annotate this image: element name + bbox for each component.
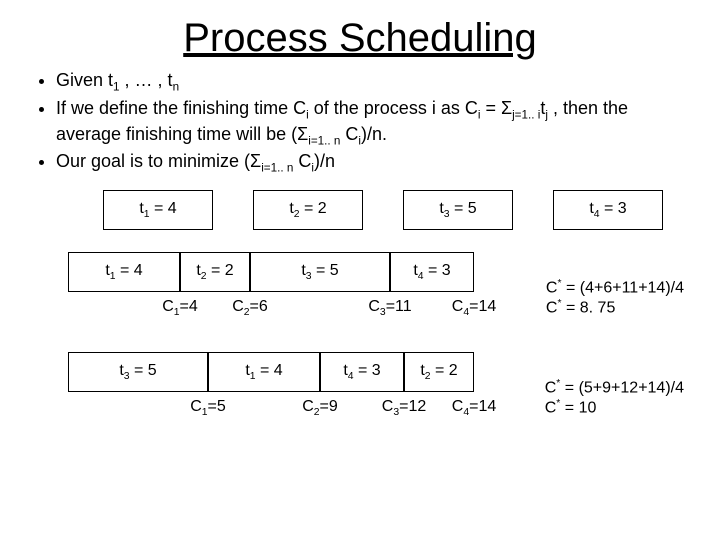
schedule-b: t3 = 5 t1 = 4 t4 = 3 t2 = 2 C1=5 C2=9 C3… [28,352,692,424]
bullet-3: Our goal is to minimize (Σi=1.. n Ci)/n [56,150,692,176]
bullet-2: If we define the finishing time Ci of th… [56,97,692,149]
task-box-t3: t3 = 5 [403,190,513,230]
seg-b-2: t1 = 4 [208,352,320,392]
result-b: C* = (5+9+12+14)/4 C* = 10 [545,378,684,417]
label-b-c3: C3=12 [382,398,426,418]
task-box-t1: t1 = 4 [103,190,213,230]
label-b-c2: C2=9 [302,398,338,418]
row-tasks: t1 = 4 t2 = 2 t3 = 5 t4 = 3 [103,190,692,230]
label-a-c1: C1=4 [162,298,198,318]
seg-b-4: t2 = 2 [404,352,474,392]
seg-a-4: t4 = 3 [390,252,474,292]
label-a-c3: C3=11 [368,298,411,318]
page-title: Process Scheduling [28,16,692,61]
seg-b-3: t4 = 3 [320,352,404,392]
seg-a-2: t2 = 2 [180,252,250,292]
seg-b-1: t3 = 5 [68,352,208,392]
seg-a-3: t3 = 5 [250,252,390,292]
result-a: C* = (4+6+11+14)/4 C* = 8. 75 [546,278,684,317]
label-b-c4: C4=14 [452,398,496,418]
bullet-list: Given t1 , … , tn If we define the finis… [28,69,692,176]
label-a-c2: C2=6 [232,298,268,318]
task-box-t2: t2 = 2 [253,190,363,230]
seg-a-1: t1 = 4 [68,252,180,292]
task-box-t4: t4 = 3 [553,190,663,230]
schedule-a: t1 = 4 t2 = 2 t3 = 5 t4 = 3 C1=4 C2=6 C3… [28,252,692,324]
label-b-c1: C1=5 [190,398,226,418]
slide: Process Scheduling Given t1 , … , tn If … [0,0,720,540]
bullet-1: Given t1 , … , tn [56,69,692,95]
label-a-c4: C4=14 [452,298,496,318]
